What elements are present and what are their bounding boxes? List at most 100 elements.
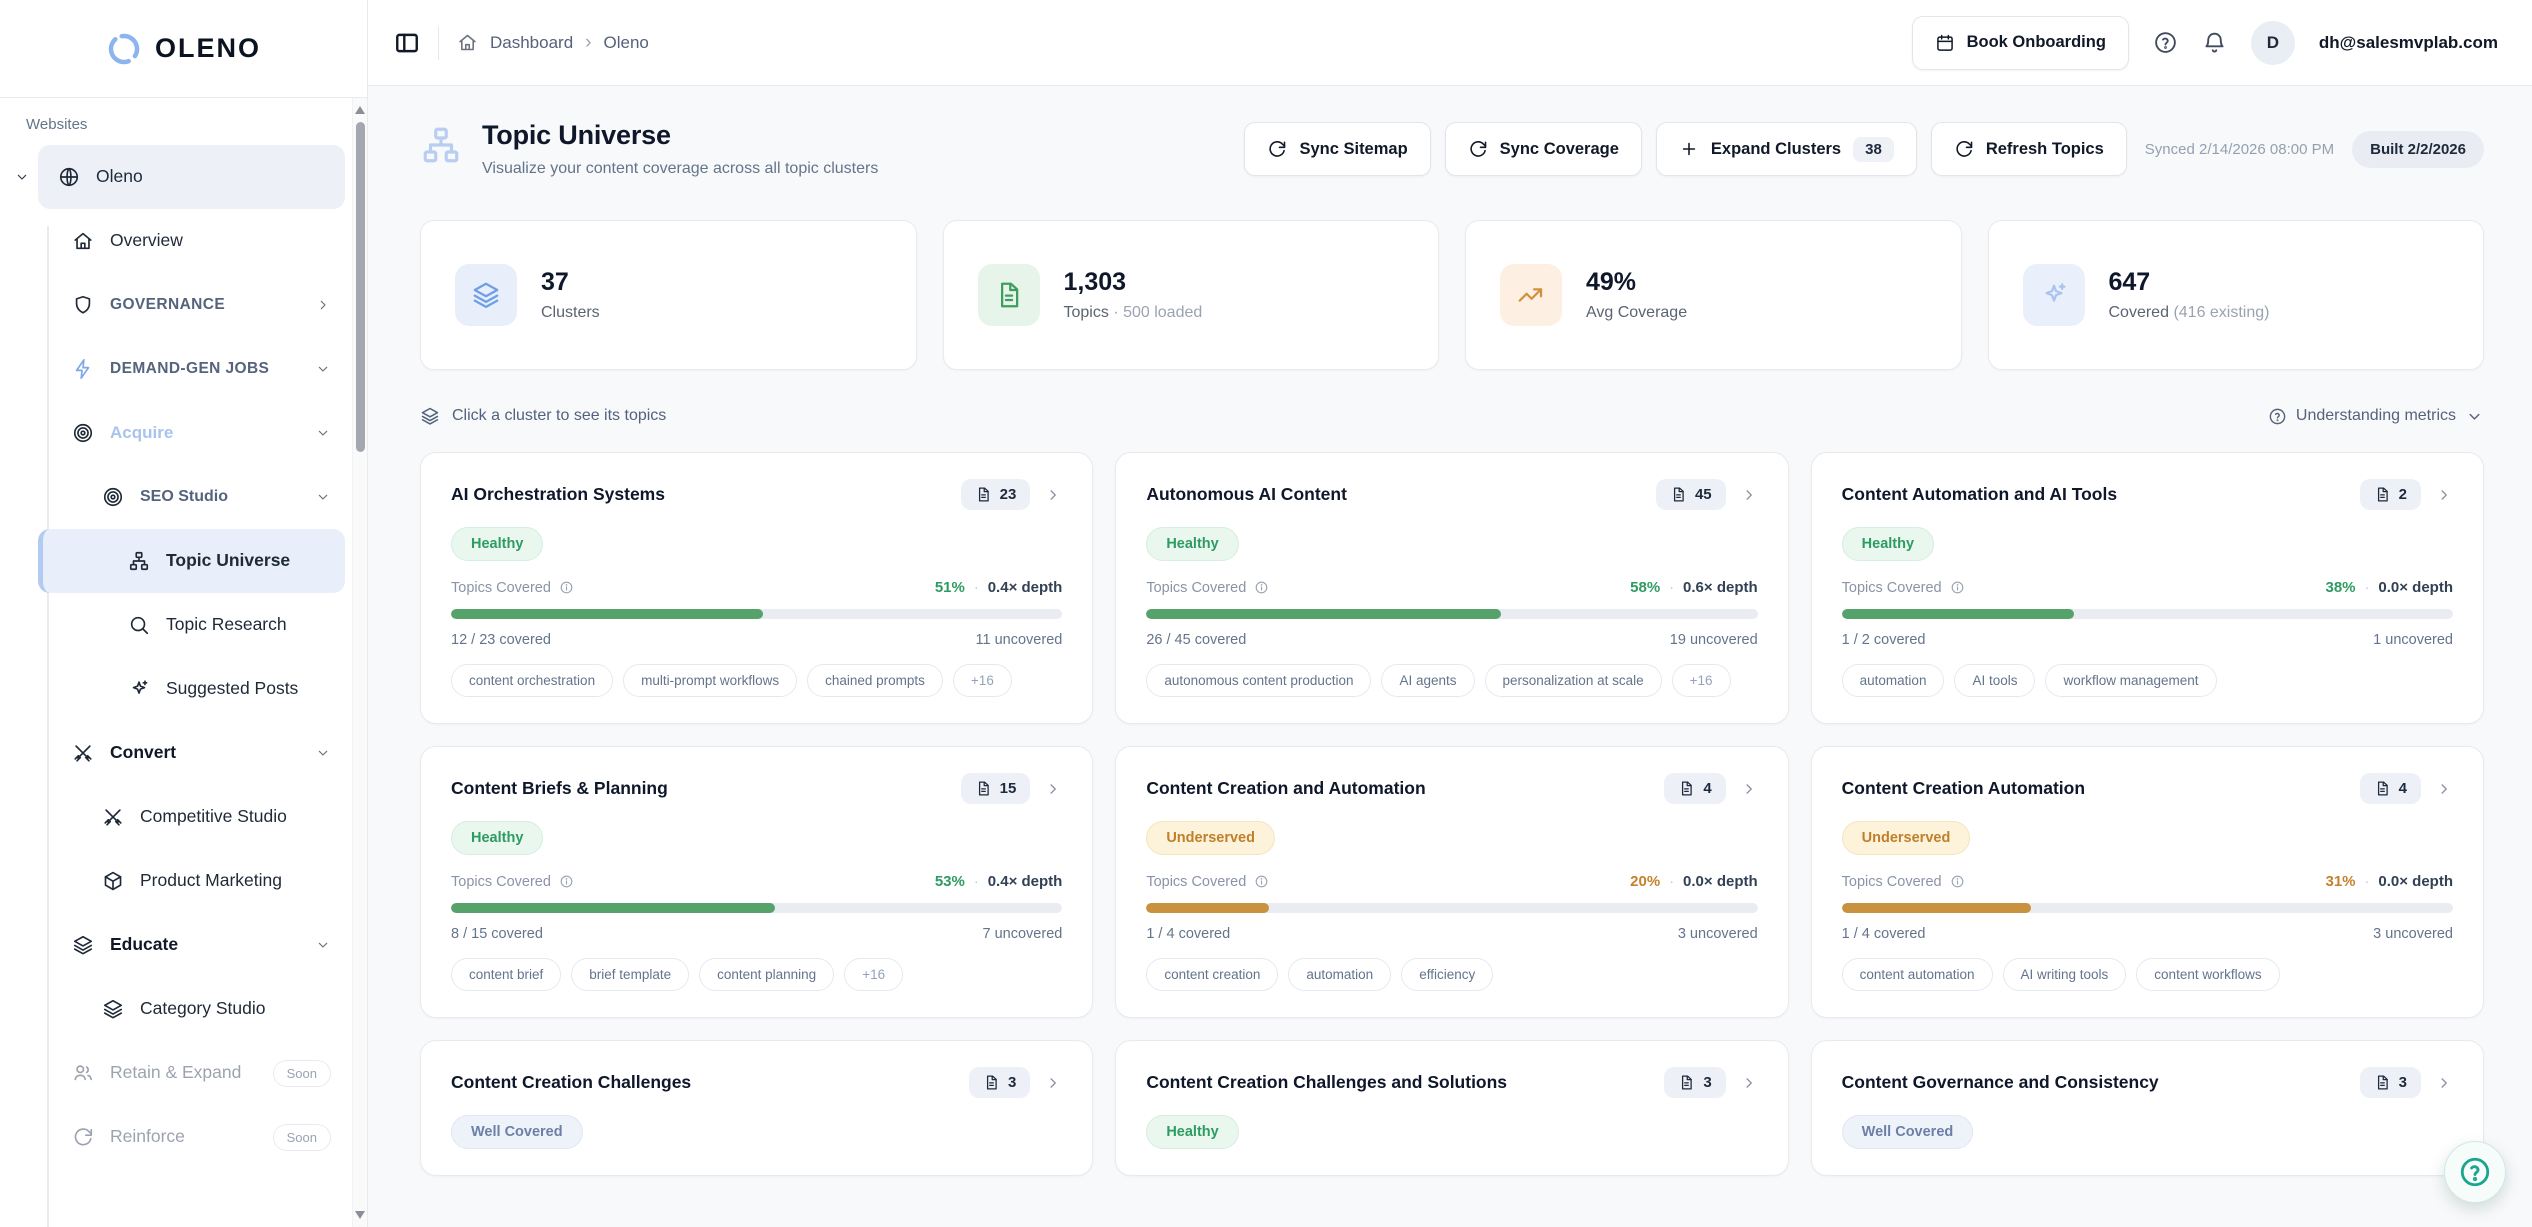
depth-value: 0.0× depth: [1683, 873, 1758, 890]
sidebar-item-acquire[interactable]: Acquire: [38, 401, 345, 465]
help-fab[interactable]: [2444, 1141, 2506, 1203]
sidebar-item-topic-research[interactable]: Topic Research: [38, 593, 345, 657]
depth-value: 0.4× depth: [988, 873, 1063, 890]
sidebar-item-oleno[interactable]: Oleno: [38, 145, 345, 209]
cluster-card-content-governance-and-consistency[interactable]: Content Governance and Consistency3Well …: [1811, 1040, 2484, 1176]
topic-tag: automation: [1842, 664, 1945, 697]
avatar[interactable]: D: [2251, 21, 2295, 65]
stat-sublabel: · 500 loaded: [1113, 304, 1202, 321]
sidebar-item-category-studio[interactable]: Category Studio: [38, 977, 345, 1041]
layers-icon: [455, 264, 517, 326]
sidebar-item-seo-studio[interactable]: SEO Studio: [38, 465, 345, 529]
covered-count: 26 / 45 covered: [1146, 632, 1246, 648]
topic-count: 3: [1703, 1074, 1711, 1091]
sidebar-item-topic-universe[interactable]: Topic Universe: [38, 529, 345, 593]
cluster-card-content-creation-automation[interactable]: Content Creation Automation4UnderservedT…: [1811, 746, 2484, 1018]
cluster-card-content-briefs-planning[interactable]: Content Briefs & Planning15HealthyTopics…: [420, 746, 1093, 1018]
uncovered-count: 3 uncovered: [1678, 926, 1758, 942]
coverage-progress-fill: [1146, 609, 1501, 619]
cluster-card-content-creation-and-automation[interactable]: Content Creation and Automation4Underser…: [1115, 746, 1788, 1018]
topic-count: 3: [1008, 1074, 1016, 1091]
sparkles-icon: [128, 678, 150, 700]
topic-tag: content planning: [699, 958, 834, 991]
sidebar-toggle-icon[interactable]: [394, 30, 420, 56]
hint-left: Click a cluster to see its topics: [420, 406, 666, 426]
topic-tag: AI writing tools: [2003, 958, 2127, 991]
coverage-progress: [1146, 609, 1757, 619]
scrollbar-thumb[interactable]: [356, 122, 365, 452]
shield-icon: [72, 294, 94, 316]
chevron-right-icon[interactable]: [1044, 486, 1062, 504]
sidebar-item-reinforce[interactable]: ReinforceSoon: [38, 1105, 345, 1169]
metrics-label: Understanding metrics: [2296, 407, 2456, 425]
sync-coverage-button[interactable]: Sync Coverage: [1445, 122, 1642, 176]
sidebar-item-label: Topic Universe: [166, 550, 331, 572]
chevron-right-icon[interactable]: [2435, 486, 2453, 504]
sidebar-item-product-marketing[interactable]: Product Marketing: [38, 849, 345, 913]
scroll-down-arrow-icon[interactable]: [355, 1211, 365, 1219]
chevron-right-icon[interactable]: [1740, 486, 1758, 504]
sidebar-item-convert[interactable]: Convert: [38, 721, 345, 785]
sync-sitemap-button[interactable]: Sync Sitemap: [1244, 122, 1430, 176]
scroll-up-arrow-icon[interactable]: [355, 106, 365, 114]
sidebar-item-demand-gen-jobs[interactable]: DEMAND-GEN JOBS: [38, 337, 345, 401]
hint-text: Click a cluster to see its topics: [452, 407, 666, 425]
sidebar-item-label: Suggested Posts: [166, 678, 331, 700]
sidebar-item-educate[interactable]: Educate: [38, 913, 345, 977]
status-badge: Healthy: [1146, 1115, 1238, 1149]
page-header: Topic Universe Visualize your content co…: [420, 120, 2484, 178]
chevron-right-icon[interactable]: [1740, 1074, 1758, 1092]
sidebar-item-suggested-posts[interactable]: Suggested Posts: [38, 657, 345, 721]
breadcrumb-dashboard[interactable]: Dashboard: [490, 33, 573, 53]
help-icon[interactable]: [2153, 30, 2178, 55]
chevron-right-icon[interactable]: [2435, 1074, 2453, 1092]
topic-tag: content brief: [451, 958, 561, 991]
cluster-card-content-automation-and-ai-tools[interactable]: Content Automation and AI Tools2HealthyT…: [1811, 452, 2484, 724]
topbar: Dashboard › Oleno Book Onboarding D: [368, 0, 2532, 86]
sidebar-item-competitive-studio[interactable]: Competitive Studio: [38, 785, 345, 849]
chevron-right-icon[interactable]: [1044, 1074, 1062, 1092]
topic-tag: personalization at scale: [1485, 664, 1662, 697]
cluster-title: Content Governance and Consistency: [1842, 1072, 2346, 1093]
bell-icon[interactable]: [2202, 30, 2227, 55]
sidebar-item-label: Overview: [110, 230, 331, 252]
refresh-topics-button[interactable]: Refresh Topics: [1931, 122, 2127, 176]
sidebar-item-retain-expand[interactable]: Retain & ExpandSoon: [38, 1041, 345, 1105]
book-onboarding-button[interactable]: Book Onboarding: [1912, 16, 2129, 70]
dot-separator: ·: [2365, 580, 2370, 596]
cluster-card-ai-orchestration-systems[interactable]: AI Orchestration Systems23HealthyTopics …: [420, 452, 1093, 724]
chevron-right-icon[interactable]: [2435, 780, 2453, 798]
sidebar-item-label: Educate: [110, 934, 299, 956]
chevron-right-icon[interactable]: [1044, 780, 1062, 798]
target-icon: [102, 486, 124, 508]
chevron-right-icon[interactable]: [1740, 780, 1758, 798]
page-subtitle: Visualize your content coverage across a…: [482, 160, 878, 178]
plus-icon: [1679, 139, 1699, 159]
topic-tag: content creation: [1146, 958, 1278, 991]
covered-count: 8 / 15 covered: [451, 926, 543, 942]
uncovered-count: 11 uncovered: [976, 632, 1063, 648]
home-icon[interactable]: [457, 32, 478, 53]
sidebar-scrollbar[interactable]: [352, 98, 367, 1227]
understanding-metrics-dropdown[interactable]: Understanding metrics: [2268, 407, 2484, 426]
cluster-card-autonomous-ai-content[interactable]: Autonomous AI Content45HealthyTopics Cov…: [1115, 452, 1788, 724]
topic-count: 3: [2399, 1074, 2407, 1091]
sidebar-item-overview[interactable]: Overview: [38, 209, 345, 273]
topic-tag: brief template: [571, 958, 689, 991]
cluster-title: Content Creation Automation: [1842, 778, 2346, 799]
stat-card-avg-coverage: 49%Avg Coverage: [1465, 220, 1962, 370]
status-badge: Healthy: [451, 527, 543, 561]
tag-list: content orchestrationmulti-prompt workfl…: [451, 664, 1062, 697]
refresh-icon: [72, 1126, 94, 1148]
swords-icon: [72, 742, 94, 764]
dot-separator: ·: [974, 580, 979, 596]
sidebar-item-governance[interactable]: GOVERNANCE: [38, 273, 345, 337]
cluster-card-content-creation-challenges-and-solutions[interactable]: Content Creation Challenges and Solution…: [1115, 1040, 1788, 1176]
search-icon: [128, 614, 150, 636]
breadcrumb-oleno[interactable]: Oleno: [604, 33, 649, 53]
user-email[interactable]: dh@salesmvplab.com: [2319, 33, 2498, 53]
synced-timestamp: Synced 2/14/2026 08:00 PM: [2145, 141, 2334, 158]
expand-clusters-button[interactable]: Expand Clusters 38: [1656, 122, 1917, 176]
cluster-card-content-creation-challenges[interactable]: Content Creation Challenges3Well Covered: [420, 1040, 1093, 1176]
chevron-down-icon: [315, 937, 331, 953]
